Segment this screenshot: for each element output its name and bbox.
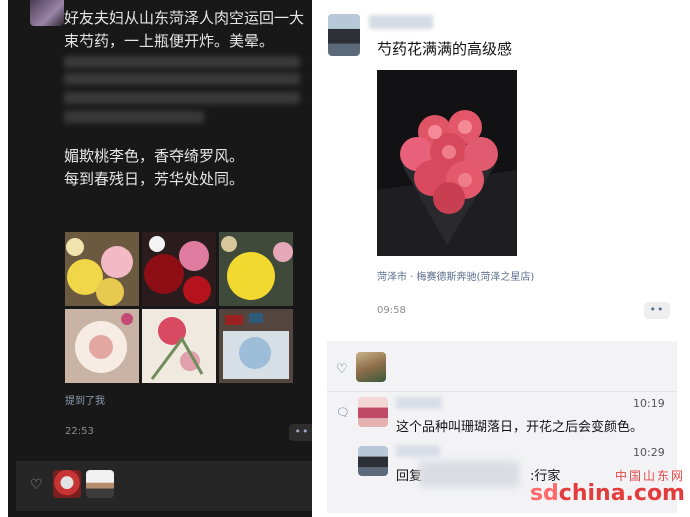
commenter-avatar[interactable] [358,446,388,476]
photo-peony-yellow[interactable] [219,232,293,306]
comment-time: 10:19 [633,397,665,410]
divider [327,391,677,392]
redacted-text [64,111,204,123]
photo-peony-painting[interactable] [142,309,216,383]
liker-avatar[interactable] [356,352,386,382]
location-link[interactable]: 菏泽市 · 梅赛德斯奔驰(菏泽之星店) [377,268,534,283]
post-caption: 芍药花满满的高级感 [377,40,513,58]
post-text-line: 束芍药，一上瓶便开炸。美晕。 [64,32,275,50]
post-time: 09:58 [377,305,406,316]
liker-avatar[interactable] [86,470,114,498]
redacted-commenter-name [396,397,442,409]
right-moment-post: 芍药花满满的高级感 菏泽市 · 梅赛德斯奔驰(菏泽之星店) 09:58 •• ♡… [323,0,690,517]
mention-label: 提到了我 [65,396,105,407]
redacted-text [64,73,300,85]
photo-grid [65,232,293,383]
bouquet-photo[interactable] [377,70,517,256]
liker-avatar[interactable] [53,470,81,498]
poster-avatar[interactable] [30,0,64,26]
comment-time: 10:29 [633,446,665,459]
commenter-avatar[interactable] [358,397,388,427]
watermark-logo: sdchina.com [530,481,685,506]
heart-icon: ♡ [30,477,43,493]
redacted-reply-name [419,461,519,487]
photo-peony-red[interactable] [142,232,216,306]
left-moment-post: 好友夫妇从山东菏泽人肉空运回一大 束芍药，一上瓶便开炸。美晕。 媚欺桃李色，香夺… [8,0,312,517]
post-text-line: 好友夫妇从山东菏泽人肉空运回一大 [64,9,305,27]
redacted-text [64,56,300,68]
photo-peony-sketch[interactable] [219,309,293,383]
likes-section: ♡ [16,461,312,511]
comment-icon: 🗨 [336,406,350,419]
photo-peony-yellow-pink[interactable] [65,232,139,306]
poem: 媚欺桃李色，香夺绮罗风。 每到春残日，芳华处处同。 [64,145,244,191]
sdchina-watermark: 中国山东网 sdchina.com [520,467,685,511]
redacted-poster-name [369,15,433,29]
post-time: 22:53 [65,426,94,437]
photo-peony-white-pink[interactable] [65,309,139,383]
redacted-commenter-name [396,445,440,457]
poster-avatar[interactable] [328,14,360,56]
comment-text[interactable]: 这个品种叫珊瑚落日，开花之后会变颜色。 [396,416,643,435]
heart-icon: ♡ [336,362,348,377]
post-text: 好友夫妇从山东菏泽人肉空运回一大 束芍药，一上瓶便开炸。美晕。 [64,7,304,53]
redacted-text [64,92,300,104]
poem-line: 媚欺桃李色，香夺绮罗风。 [64,147,245,165]
poem-line: 每到春残日，芳华处处同。 [64,170,245,188]
watermark-logo-prefix: sd [529,481,559,506]
watermark-logo-suffix: china.com [558,481,685,506]
more-dots-icon[interactable]: •• [289,424,312,441]
more-dots-icon[interactable]: •• [644,302,670,319]
